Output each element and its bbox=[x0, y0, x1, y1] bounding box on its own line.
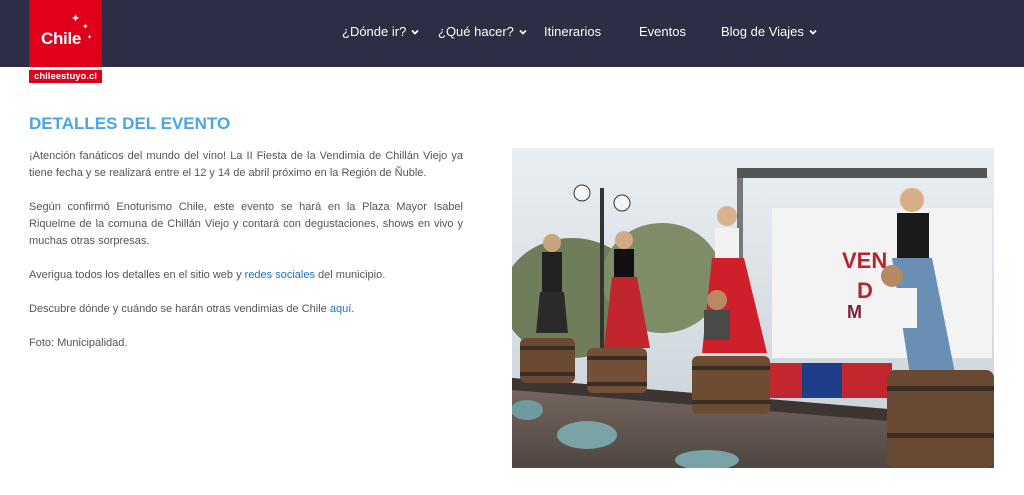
nav-eventos[interactable]: Eventos bbox=[639, 24, 686, 39]
star-icon: ✦ bbox=[82, 22, 89, 31]
photo-credit: Foto: Municipalidad. bbox=[29, 337, 128, 349]
chevron-down-icon bbox=[809, 29, 817, 35]
nav-label: ¿Qué hacer? bbox=[438, 24, 514, 39]
paragraph: Averigua todos los detalles en el sitio … bbox=[29, 267, 463, 284]
nav-label: ¿Dónde ir? bbox=[342, 24, 407, 39]
paragraph-text: Averigua todos los detalles en el sitio … bbox=[29, 269, 245, 281]
event-photo: VEN D M bbox=[512, 148, 994, 468]
chile-logo[interactable]: ✦ ✦ ✦ Chile bbox=[29, 0, 102, 67]
nav-donde-ir[interactable]: ¿Dónde ir? bbox=[342, 24, 420, 39]
top-navbar: ✦ ✦ ✦ Chile ¿Dónde ir? ¿Qué hacer? Itine… bbox=[0, 0, 1024, 67]
paragraph: Según confirmó Enoturismo Chile, este ev… bbox=[29, 201, 463, 247]
chevron-down-icon bbox=[519, 29, 527, 35]
nav-label: Itinerarios bbox=[544, 24, 602, 39]
paragraph: Descubre dónde y cuándo se harán otras v… bbox=[29, 301, 463, 318]
nav-itinerarios[interactable]: Itinerarios bbox=[544, 24, 601, 39]
redes-sociales-link[interactable]: redes sociales bbox=[245, 269, 315, 281]
logo-text: Chile bbox=[41, 29, 82, 48]
star-icon: ✦ bbox=[71, 13, 81, 25]
grape-stomping-photo: VEN D M bbox=[512, 148, 994, 468]
svg-text:M: M bbox=[847, 302, 862, 322]
nav-label: Eventos bbox=[639, 24, 686, 39]
paragraph-text: . bbox=[351, 303, 355, 315]
paragraph: ¡Atención fanáticos del mundo del vino! … bbox=[29, 150, 463, 179]
star-icon: ✦ bbox=[87, 35, 93, 41]
paragraph-text: del municipio. bbox=[314, 269, 386, 281]
event-description: ¡Atención fanáticos del mundo del vino! … bbox=[29, 148, 463, 369]
chevron-down-icon bbox=[411, 29, 419, 35]
paragraph-text: Descubre dónde y cuándo se harán otras v… bbox=[29, 303, 330, 315]
svg-text:D: D bbox=[857, 278, 873, 303]
nav-que-hacer[interactable]: ¿Qué hacer? bbox=[438, 24, 528, 39]
aqui-link[interactable]: aquí bbox=[330, 303, 351, 315]
nav-label: Blog de Viajes bbox=[721, 24, 804, 39]
nav-blog-de-viajes[interactable]: Blog de Viajes bbox=[721, 24, 818, 39]
site-tagline[interactable]: chileestuyo.cl bbox=[29, 70, 102, 83]
section-title: DETALLES DEL EVENTO bbox=[29, 114, 231, 133]
svg-text:VEN: VEN bbox=[842, 248, 887, 273]
